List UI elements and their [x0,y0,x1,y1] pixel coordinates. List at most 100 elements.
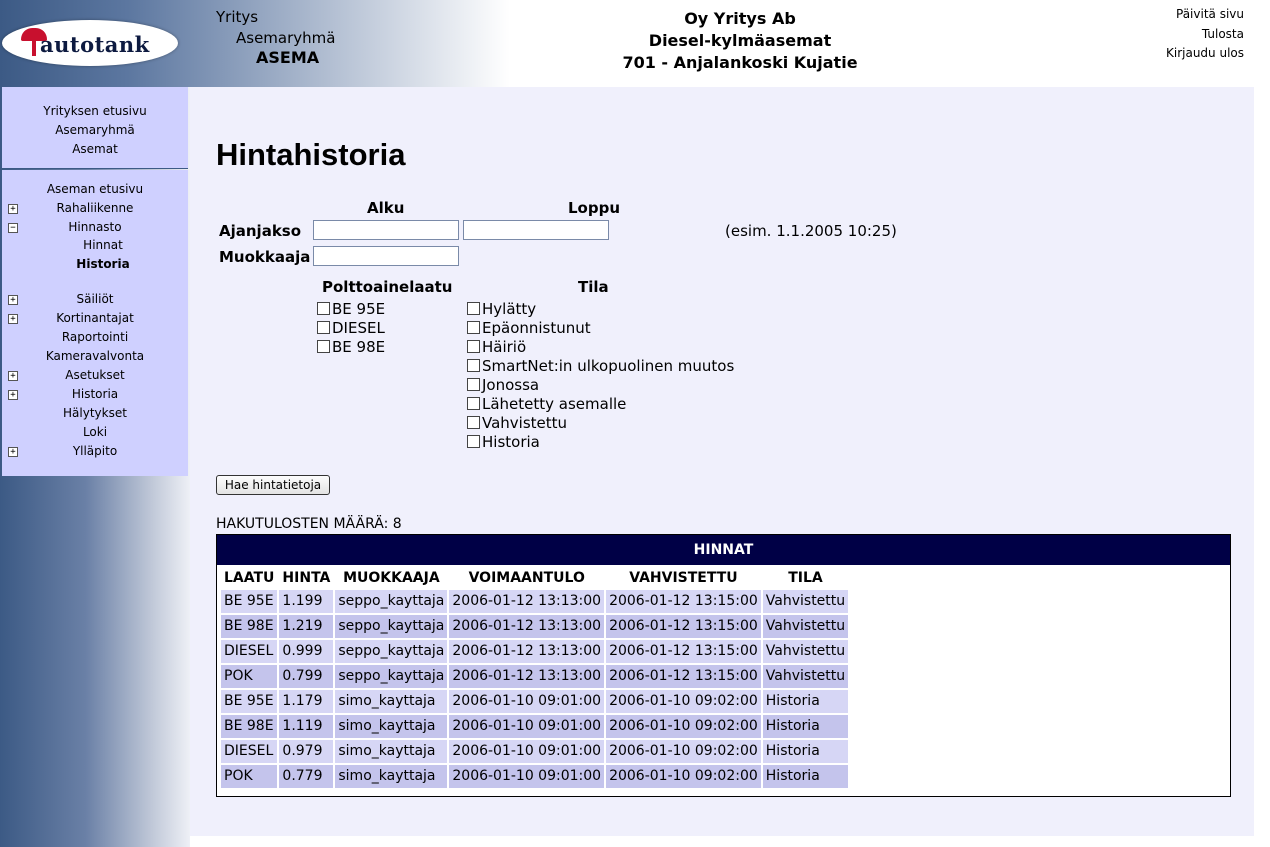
start-date-input[interactable] [313,220,459,240]
table-cell: 0.979 [279,740,334,763]
checkbox-icon[interactable] [317,302,330,315]
sidebar-item-station-group[interactable]: Asemaryhmä [2,121,188,140]
table-cell: simo_kayttaja [335,740,448,763]
sidebar-item-log[interactable]: Loki [2,423,188,442]
checkbox-icon[interactable] [467,321,480,334]
state-checkbox-confirmed[interactable]: Vahvistettu [467,414,567,433]
table-cell: Vahvistettu [762,640,849,663]
column-header[interactable]: LAATU [221,568,277,588]
table-row: BE 95E 1.179 simo_kayttaja 2006-01-10 09:01… [221,690,849,713]
table-row: DIESEL 0.999 seppo_kayttaja 2006-01-12 13:1… [221,640,849,663]
table-cell: 0.779 [279,765,334,788]
print-link[interactable]: Tulosta [1166,25,1244,45]
column-header[interactable]: TILA [763,568,848,588]
logout-link[interactable]: Kirjaudu ulos [1166,44,1244,64]
checkbox-icon[interactable] [467,435,480,448]
station-label: ASEMA [256,48,320,67]
state-checkbox-external-change[interactable]: SmartNet:in ulkopuolinen muutos [467,357,734,376]
checkbox-icon[interactable] [317,321,330,334]
table-cell: Vahvistettu [762,615,849,638]
company-name: Oy Yritys Ab [684,9,796,28]
table-cell: 2006-01-10 09:02:00 [606,690,761,713]
table-cell: DIESEL [221,640,278,663]
column-header[interactable]: VAHVISTETTU [606,568,761,588]
table-cell: Historia [762,715,849,738]
checkbox-icon[interactable] [467,302,480,315]
checkbox-icon[interactable] [467,416,480,429]
table-cell: seppo_kayttaja [335,665,448,688]
refresh-link[interactable]: Päivitä sivu [1166,5,1244,25]
state-checkbox-failed[interactable]: Epäonnistunut [467,319,591,338]
column-header[interactable]: VOIMAANTULO [449,568,604,588]
editor-label: Muokkaaja [219,248,311,266]
checkbox-icon[interactable] [467,397,480,410]
sidebar-item-prices[interactable]: Hinnat [10,236,196,255]
sidebar-item-pricelist[interactable]: Hinnasto [2,218,188,237]
start-column-label: Alku [367,199,405,217]
checkbox-icon[interactable] [467,340,480,353]
sidebar-item-reporting[interactable]: Raportointi [2,328,188,347]
sidebar-item-card-issuers[interactable]: Kortinantajat [2,309,188,328]
company-label: Yritys [216,8,259,26]
sidebar-item-history[interactable]: Historia [2,385,188,404]
fuel-checkbox-diesel[interactable]: DIESEL [317,319,385,338]
editor-input[interactable] [313,246,459,266]
table-cell: POK [221,665,278,688]
group-label: Asemaryhmä [236,29,336,47]
station-info: Oy Yritys Ab Diesel-kylmäasemat 701 - An… [560,8,920,74]
table-cell: BE 98E [221,715,278,738]
prices-table-title: HINNAT [217,535,1230,565]
sidebar-item-tanks[interactable]: Säiliöt [2,290,188,309]
table-cell: 2006-01-10 09:02:00 [606,765,761,788]
checkbox-icon[interactable] [467,359,480,372]
table-cell: 2006-01-12 13:13:00 [449,615,605,638]
state-checkbox-sent[interactable]: Lähetetty asemalle [467,395,626,414]
table-cell: 2006-01-10 09:02:00 [606,740,761,763]
sidebar-item-alarms[interactable]: Hälytykset [2,404,188,423]
state-checkbox-history[interactable]: Historia [467,433,540,452]
table-cell: 1.119 [279,715,334,738]
checkbox-icon[interactable] [317,340,330,353]
sidebar-item-price-history[interactable]: Historia [10,255,196,274]
sidebar-item-company-home[interactable]: Yrityksen etusivu [2,102,188,121]
fuel-grade-label: Polttoainelaatu [322,278,453,296]
sidebar-item-stations[interactable]: Asemat [2,140,188,159]
sidebar-item-maintenance[interactable]: Ylläpito [2,442,188,461]
fuel-checkbox-be98e[interactable]: BE 98E [317,338,385,357]
table-cell: 2006-01-12 13:15:00 [606,590,761,613]
table-cell: BE 95E [221,690,278,713]
state-option-label: Epäonnistunut [482,319,591,337]
state-checkbox-rejected[interactable]: Hylätty [467,300,536,319]
search-prices-button[interactable]: Hae hintatietoja [216,475,330,495]
table-header-row: LAATU HINTA MUOKKAAJA VOIMAANTULO VAHVIS… [221,568,848,588]
sidebar: Yrityksen etusivu Asemaryhmä Asemat Asem… [0,87,190,847]
state-option-label: Lähetetty asemalle [482,395,627,413]
station-name: 701 - Anjalankoski Kujatie [622,53,858,72]
table-cell: simo_kayttaja [335,690,448,713]
table-cell: seppo_kayttaja [335,590,448,613]
column-header[interactable]: MUOKKAAJA [335,568,447,588]
state-checkbox-queued[interactable]: Jonossa [467,376,539,395]
autotank-logo[interactable]: autotank [2,20,178,66]
prices-table: LAATU HINTA MUOKKAAJA VOIMAANTULO VAHVIS… [219,566,850,790]
checkbox-icon[interactable] [467,378,480,391]
sidebar-item-payments[interactable]: Rahaliikenne [2,199,188,218]
state-option-label: Vahvistettu [482,414,568,432]
table-cell: 2006-01-10 09:01:00 [449,715,605,738]
sidebar-item-settings[interactable]: Asetukset [2,366,188,385]
date-format-hint: (esim. 1.1.2005 10:25) [725,222,897,240]
column-header[interactable]: HINTA [279,568,333,588]
fuel-checkbox-be95e[interactable]: BE 95E [317,300,385,319]
table-cell: POK [221,765,278,788]
table-row: POK 0.779 simo_kayttaja 2006-01-10 09:01:00… [221,765,849,788]
sidebar-item-station-home[interactable]: Aseman etusivu [2,180,188,199]
state-checkbox-fault[interactable]: Häiriö [467,338,526,357]
table-cell: Vahvistettu [762,590,849,613]
state-option-label: Häiriö [482,338,527,356]
table-row: BE 98E 1.219 seppo_kayttaja 2006-01-12 13:1… [221,615,849,638]
logo-text: autotank [40,32,150,57]
table-row: DIESEL 0.979 simo_kayttaja 2006-01-10 09:01… [221,740,849,763]
sidebar-item-camera[interactable]: Kameravalvonta [2,347,188,366]
table-cell: 2006-01-10 09:02:00 [606,715,761,738]
end-date-input[interactable] [463,220,609,240]
